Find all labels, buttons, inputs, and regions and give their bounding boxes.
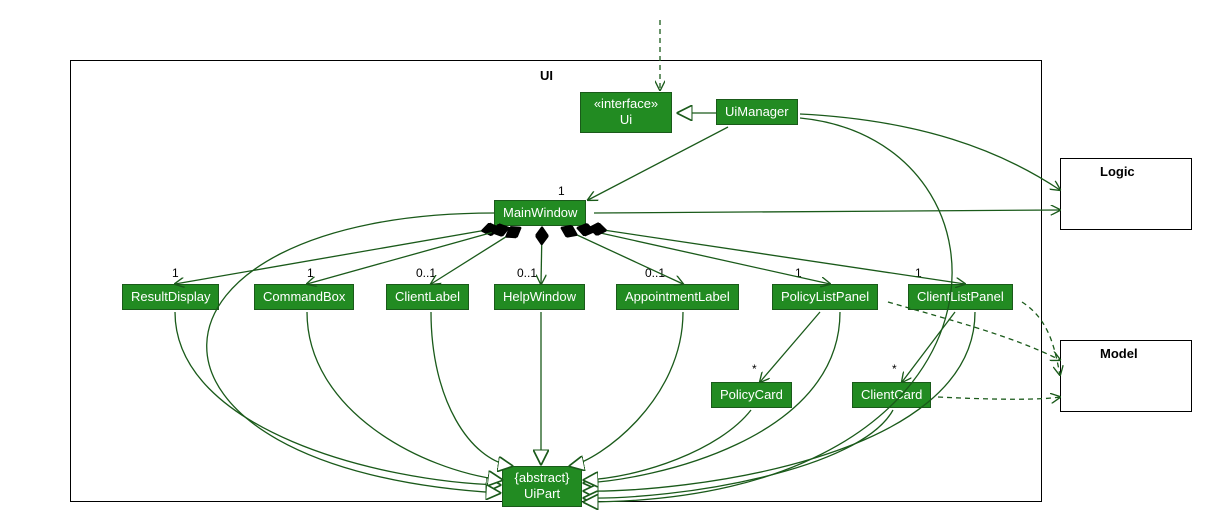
class-policycard-label: PolicyCard: [720, 387, 783, 402]
class-helpwindow-label: HelpWindow: [503, 289, 576, 304]
class-clientlabel-label: ClientLabel: [395, 289, 460, 304]
class-uimanager: UiManager: [716, 99, 798, 125]
mult-commandbox: 1: [307, 266, 314, 280]
class-ui-label: Ui: [620, 112, 632, 127]
class-clientlistpanel: ClientListPanel: [908, 284, 1013, 310]
class-clientcard: ClientCard: [852, 382, 931, 408]
mult-helpwindow: 0..1: [517, 266, 537, 280]
mult-clientlabel: 0..1: [416, 266, 436, 280]
mult-policylistpanel: 1: [795, 266, 802, 280]
class-mainwindow: MainWindow: [494, 200, 586, 226]
class-policylistpanel-label: PolicyListPanel: [781, 289, 869, 304]
package-logic-title: Logic: [1100, 164, 1135, 179]
class-helpwindow: HelpWindow: [494, 284, 585, 310]
package-ui: [70, 60, 1042, 502]
class-appointmentlabel-label: AppointmentLabel: [625, 289, 730, 304]
mult-appointmentlabel: 0..1: [645, 266, 665, 280]
class-mainwindow-label: MainWindow: [503, 205, 577, 220]
class-resultdisplay: ResultDisplay: [122, 284, 219, 310]
class-clientlistpanel-label: ClientListPanel: [917, 289, 1004, 304]
class-uipart-stereotype: {abstract}: [515, 470, 570, 485]
class-clientcard-label: ClientCard: [861, 387, 922, 402]
class-ui-interface: «interface» Ui: [580, 92, 672, 133]
mult-clientlistpanel: 1: [915, 266, 922, 280]
mult-clientcard: *: [892, 362, 897, 376]
package-ui-title: UI: [540, 68, 553, 83]
class-appointmentlabel: AppointmentLabel: [616, 284, 739, 310]
class-commandbox: CommandBox: [254, 284, 354, 310]
mult-policycard: *: [752, 362, 757, 376]
class-uipart: {abstract} UiPart: [502, 466, 582, 507]
package-model-title: Model: [1100, 346, 1138, 361]
class-resultdisplay-label: ResultDisplay: [131, 289, 210, 304]
class-uimanager-label: UiManager: [725, 104, 789, 119]
class-commandbox-label: CommandBox: [263, 289, 345, 304]
class-clientlabel: ClientLabel: [386, 284, 469, 310]
class-ui-stereotype: «interface»: [594, 96, 658, 111]
mult-mainwindow: 1: [558, 184, 565, 198]
class-policycard: PolicyCard: [711, 382, 792, 408]
class-uipart-label: UiPart: [524, 486, 560, 501]
class-policylistpanel: PolicyListPanel: [772, 284, 878, 310]
mult-resultdisplay: 1: [172, 266, 179, 280]
